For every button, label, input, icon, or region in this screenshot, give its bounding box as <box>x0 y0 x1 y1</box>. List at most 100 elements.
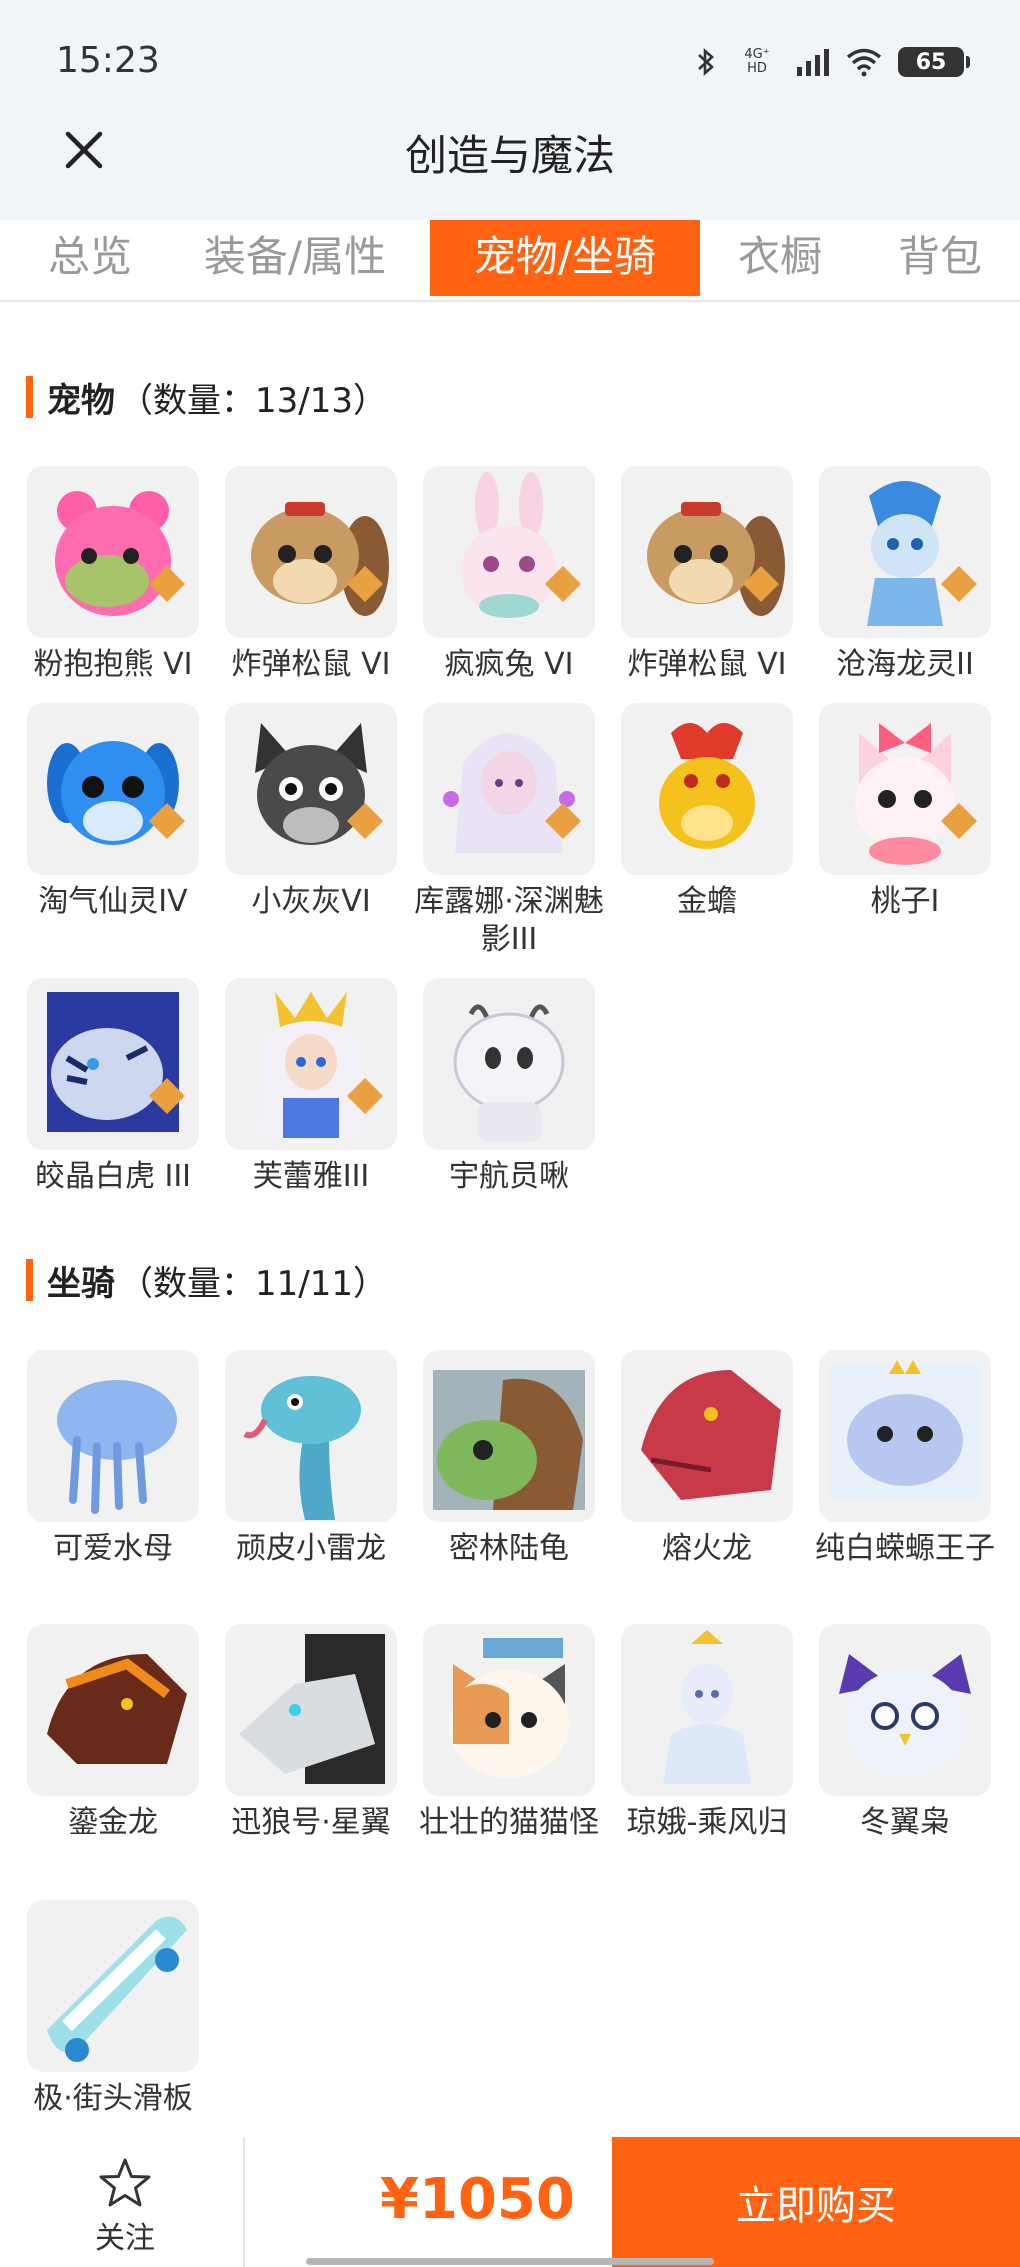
pet-thumbnail[interactable] <box>225 466 397 638</box>
follow-button[interactable]: 关注 <box>70 2157 180 2267</box>
pet-freya-image <box>257 992 383 1138</box>
price-label: ¥1050 <box>380 2167 575 2232</box>
tab-bar: 总览 装备/属性 宠物/坐骑 衣橱 背包 <box>0 220 1020 302</box>
mount-salamander-prince-image <box>829 1360 981 1500</box>
mount-thumbnail[interactable] <box>423 1624 595 1796</box>
mount-name: 迅狼号·星翼 <box>231 1805 391 1840</box>
tab-backpack[interactable]: 背包 <box>870 220 1010 296</box>
pet-astronaut-image <box>453 1004 565 1142</box>
mount-name: 冬翼枭 <box>860 1805 950 1840</box>
pet-thumbnail[interactable] <box>423 703 595 875</box>
tab-pets-mounts[interactable]: 宠物/坐骑 <box>430 220 700 296</box>
mounts-section-header: 坐骑 （数量：11/11） <box>26 1255 387 1305</box>
status-icons: 4G⁺ HD 65 <box>694 42 970 82</box>
pets-section-count: （数量：13/13） <box>119 380 387 421</box>
mount-name: 极·街头滑板 <box>33 2081 193 2116</box>
mount-cat-monster-image <box>449 1638 569 1778</box>
pet-white-tiger-image <box>47 992 185 1132</box>
pet-pink-bear-image <box>55 491 185 616</box>
pet-thumbnail[interactable] <box>423 978 595 1150</box>
pet-name: 炸弹松鼠 VI <box>627 647 787 682</box>
mount-star-wolf-image <box>239 1634 385 1784</box>
pet-fairy-dog-image <box>47 741 185 845</box>
bluetooth-icon <box>698 48 714 76</box>
mount-name: 顽皮小雷龙 <box>236 1531 386 1566</box>
tab-overview[interactable]: 总览 <box>20 220 160 296</box>
mounts-section-title: 坐骑 <box>47 1263 115 1304</box>
pet-dragon-spirit-image <box>867 481 977 626</box>
mount-thumbnail[interactable] <box>621 1350 793 1522</box>
pet-name: 金蟾 <box>677 884 737 919</box>
pet-name: 炸弹松鼠 VI <box>231 647 391 682</box>
mount-skateboard-image <box>47 1916 187 2062</box>
mount-gilded-dragon-image <box>47 1654 187 1764</box>
mount-thumbnail[interactable] <box>27 1624 199 1796</box>
pet-golden-toad-image <box>659 723 755 849</box>
mount-thumbnail[interactable] <box>819 1624 991 1796</box>
pet-name: 芙蕾雅III <box>252 1159 370 1194</box>
buy-now-button[interactable]: 立即购买 <box>612 2137 1020 2267</box>
pet-thumbnail[interactable] <box>27 466 199 638</box>
bottom-action-bar: 关注 ¥1050 立即购买 <box>0 2137 1020 2267</box>
pet-thumbnail[interactable] <box>225 978 397 1150</box>
signal-icon <box>797 49 829 76</box>
mount-thumbnail[interactable] <box>27 1350 199 1522</box>
pet-thumbnail[interactable] <box>27 978 199 1150</box>
mount-name: 鎏金龙 <box>68 1805 158 1840</box>
pet-peach-cat-image <box>855 723 977 865</box>
mount-qiong-e-image <box>663 1630 751 1784</box>
mount-thumbnail[interactable] <box>225 1350 397 1522</box>
title-bar: 创造与魔法 <box>0 100 1020 220</box>
mount-name: 琼娥-乘风归 <box>626 1805 788 1840</box>
pet-grey-wolf-image <box>255 723 383 845</box>
page-title: 创造与魔法 <box>404 131 615 180</box>
pet-squirrel-image <box>647 502 785 616</box>
pet-name: 库露娜·深渊魅影III <box>414 884 604 957</box>
star-icon <box>99 2158 151 2207</box>
mount-turtle-image <box>433 1370 585 1510</box>
pet-thumbnail[interactable] <box>621 703 793 875</box>
mount-thumbnail[interactable] <box>819 1350 991 1522</box>
pets-section-header: 宠物 （数量：13/13） <box>26 372 387 422</box>
pet-thumbnail[interactable] <box>225 703 397 875</box>
pet-rabbit-image <box>461 472 581 618</box>
pet-name: 疯疯兔 VI <box>444 647 574 682</box>
divider <box>243 2137 245 2267</box>
mount-thunder-dragon-image <box>243 1376 361 1520</box>
home-indicator[interactable] <box>306 2258 714 2265</box>
mount-jellyfish-image <box>57 1380 177 1514</box>
pet-thumbnail[interactable] <box>621 466 793 638</box>
mount-thumbnail[interactable] <box>225 1624 397 1796</box>
mount-name: 壮壮的猫猫怪 <box>419 1805 599 1840</box>
pet-thumbnail[interactable] <box>819 703 991 875</box>
mount-thumbnail[interactable] <box>27 1900 199 2072</box>
mount-thumbnail[interactable] <box>621 1624 793 1796</box>
tab-wardrobe[interactable]: 衣橱 <box>720 220 840 296</box>
mount-thumbnail[interactable] <box>423 1350 595 1522</box>
mount-name: 密林陆龟 <box>449 1531 569 1566</box>
pet-name: 小灰灰VI <box>251 884 371 919</box>
pets-section-title: 宠物 <box>47 380 115 421</box>
pet-name: 桃子I <box>870 884 940 919</box>
mount-fire-dragon-image <box>641 1370 781 1500</box>
pet-name: 宇航员啾 <box>449 1159 569 1194</box>
mount-name: 可爱水母 <box>53 1531 173 1566</box>
status-time: 15:23 <box>56 40 160 81</box>
network-type-label: 4G⁺ HD <box>744 47 770 76</box>
pet-thumbnail[interactable] <box>423 466 595 638</box>
pet-name: 粉抱抱熊 VI <box>33 647 193 682</box>
tab-equipment[interactable]: 装备/属性 <box>180 220 410 296</box>
battery-icon: 65 <box>898 47 970 77</box>
section-accent-bar <box>26 1259 33 1301</box>
section-accent-bar <box>26 376 33 418</box>
mount-name: 熔火龙 <box>662 1531 752 1566</box>
pet-thumbnail[interactable] <box>819 466 991 638</box>
pet-abyss-girl-image <box>443 733 581 853</box>
pet-thumbnail[interactable] <box>27 703 199 875</box>
mount-winter-owl-image <box>839 1654 971 1778</box>
pet-name: 皎晶白虎 III <box>34 1159 192 1194</box>
pet-squirrel-image <box>251 502 389 616</box>
follow-label: 关注 <box>95 2221 155 2256</box>
mounts-section-count: （数量：11/11） <box>119 1263 387 1304</box>
wifi-icon <box>846 48 882 77</box>
